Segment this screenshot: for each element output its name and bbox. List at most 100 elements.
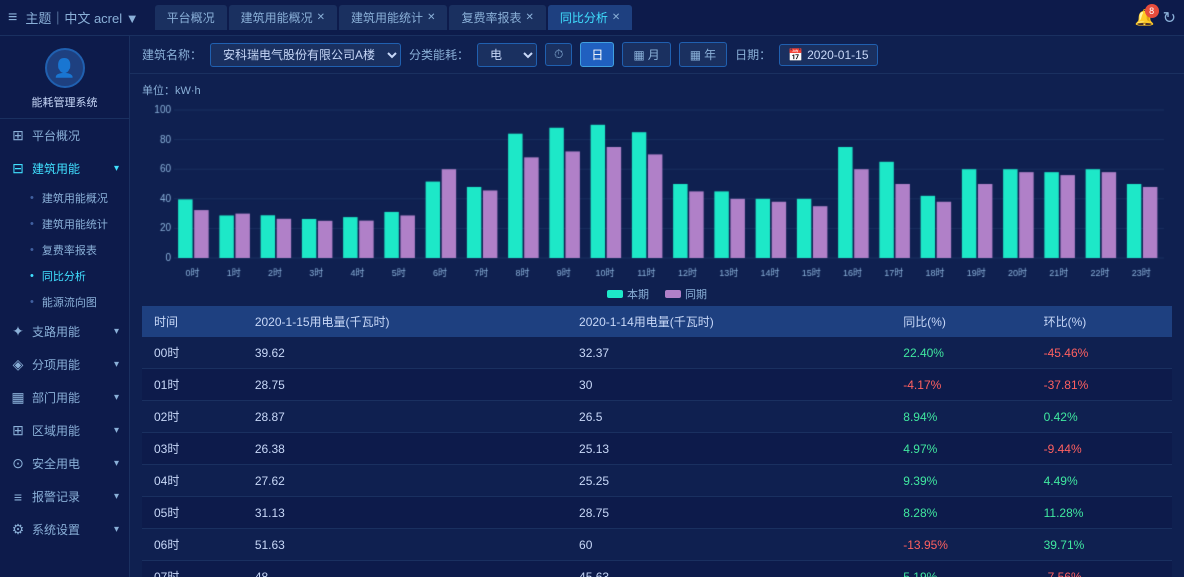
category-select[interactable]: 电 xyxy=(477,43,537,67)
table-row: 04时27.6225.259.39%4.49% xyxy=(142,465,1172,497)
table-cell: 39.62 xyxy=(243,337,567,369)
table-cell: -37.81% xyxy=(1032,369,1172,401)
filterbar: 建筑名称： 安科瑞电气股份有限公司A楼 分类能耗： 电 ⏱ 日 ▦月 ▦年 日期… xyxy=(130,36,1184,74)
sidebar-item-comparison[interactable]: 同比分析 xyxy=(20,263,129,289)
notification-icon[interactable]: 🔔 8 xyxy=(1135,8,1155,28)
sidebar-item-zone[interactable]: ⊞ 区域用能 ▾ xyxy=(0,414,129,447)
chart-area: 单位：kW·h 本期 同期 xyxy=(130,74,1184,306)
calendar-icon: 📅 xyxy=(788,48,803,62)
table-cell: 26.38 xyxy=(243,433,567,465)
close-icon[interactable]: ✕ xyxy=(317,12,325,23)
building-select[interactable]: 安科瑞电气股份有限公司A楼 xyxy=(210,43,401,67)
day-btn[interactable]: 日 xyxy=(580,42,614,67)
table-row: 01时28.7530-4.17%-37.81% xyxy=(142,369,1172,401)
date-picker[interactable]: 📅 2020-01-15 xyxy=(779,44,877,66)
table-cell: 04时 xyxy=(142,465,243,497)
sidebar-item-platform[interactable]: ⊞ 平台概况 xyxy=(0,119,129,152)
chart-container xyxy=(142,102,1172,282)
clock-btn[interactable]: ⏱ xyxy=(545,43,572,66)
menu-icon[interactable]: ≡ xyxy=(8,9,17,27)
table-cell: 4.97% xyxy=(891,433,1031,465)
table-cell: -9.44% xyxy=(1032,433,1172,465)
chevron-down-icon: ▾ xyxy=(114,392,119,403)
sidebar-item-alarm[interactable]: ≡ 报警记录 ▾ xyxy=(0,480,129,513)
chevron-down-icon: ▾ xyxy=(114,458,119,469)
legend-current-color xyxy=(607,290,623,298)
date-label: 日期： xyxy=(735,46,771,63)
table-cell: 25.13 xyxy=(567,433,891,465)
col-yoy: 同比(%) xyxy=(891,306,1031,337)
tab-rate-report[interactable]: 复费率报表 ✕ xyxy=(449,5,545,30)
close-icon[interactable]: ✕ xyxy=(612,12,620,23)
table-cell: 9.39% xyxy=(891,465,1031,497)
table-cell: 25.25 xyxy=(567,465,891,497)
building-label: 建筑名称： xyxy=(142,46,202,63)
sidebar-sub-building: 建筑用能概况 建筑用能统计 复费率报表 同比分析 能源流向图 xyxy=(0,185,129,315)
sidebar-item-energy-flow[interactable]: 能源流向图 xyxy=(20,289,129,315)
data-table: 时间 2020-1-15用电量(千瓦时) 2020-1-14用电量(千瓦时) 同… xyxy=(142,306,1172,577)
tab-building-overview[interactable]: 建筑用能概况 ✕ xyxy=(229,5,337,30)
table-cell: 32.37 xyxy=(567,337,891,369)
col-current-kwh: 2020-1-15用电量(千瓦时) xyxy=(243,306,567,337)
table-row: 07时4845.635.19%-7.56% xyxy=(142,561,1172,577)
table-cell: 02时 xyxy=(142,401,243,433)
chevron-down-icon: ▾ xyxy=(114,359,119,370)
sidebar-item-building-stats[interactable]: 建筑用能统计 xyxy=(20,211,129,237)
tab-building-stats[interactable]: 建筑用能统计 ✕ xyxy=(339,5,447,30)
table-cell: -7.56% xyxy=(1032,561,1172,577)
year-grid-icon: ▦ xyxy=(690,48,701,62)
sidebar-item-dept[interactable]: ▦ 部门用能 ▾ xyxy=(0,381,129,414)
sidebar-item-building-overview[interactable]: 建筑用能概况 xyxy=(20,185,129,211)
bar-chart xyxy=(142,102,1172,282)
safety-icon: ⊙ xyxy=(10,455,26,472)
chevron-down-icon: ▾ xyxy=(114,163,119,174)
table-cell: 8.28% xyxy=(891,497,1031,529)
table-cell: 01时 xyxy=(142,369,243,401)
sidebar-item-subitem[interactable]: ◈ 分项用能 ▾ xyxy=(0,348,129,381)
col-previous-kwh: 2020-1-14用电量(千瓦时) xyxy=(567,306,891,337)
month-grid-icon: ▦ xyxy=(633,48,644,62)
sidebar-item-safety[interactable]: ⊙ 安全用电 ▾ xyxy=(0,447,129,480)
tab-comparison[interactable]: 同比分析 ✕ xyxy=(548,5,632,30)
chart-legend: 本期 同期 xyxy=(142,286,1172,302)
table-cell: 11.28% xyxy=(1032,497,1172,529)
topbar: ≡ 主题｜中文 acrel ▼ 平台概况 建筑用能概况 ✕ 建筑用能统计 ✕ 复… xyxy=(0,0,1184,36)
date-value: 2020-01-15 xyxy=(807,48,868,62)
table-cell: 31.13 xyxy=(243,497,567,529)
col-mom: 环比(%) xyxy=(1032,306,1172,337)
table-cell: 30 xyxy=(567,369,891,401)
chart-unit: 单位：kW·h xyxy=(142,82,1172,98)
sidebar: 👤 能耗管理系统 ⊞ 平台概况 ⊟ 建筑用能 ▾ 建筑用能概况 建筑用能统计 xyxy=(0,36,130,577)
table-cell: 26.5 xyxy=(567,401,891,433)
table-cell: 39.71% xyxy=(1032,529,1172,561)
table-cell: 28.75 xyxy=(567,497,891,529)
close-icon[interactable]: ✕ xyxy=(427,12,435,23)
legend-previous: 同期 xyxy=(665,286,707,302)
sidebar-item-building[interactable]: ⊟ 建筑用能 ▾ xyxy=(0,152,129,185)
avatar: 👤 xyxy=(45,48,85,88)
table-row: 02时28.8726.58.94%0.42% xyxy=(142,401,1172,433)
subitem-icon: ◈ xyxy=(10,356,26,373)
sidebar-item-branch[interactable]: ✦ 支路用能 ▾ xyxy=(0,315,129,348)
sidebar-profile: 👤 能耗管理系统 xyxy=(0,36,129,119)
table-cell: -13.95% xyxy=(891,529,1031,561)
legend-current-label: 本期 xyxy=(627,286,649,302)
brand-label: 主题｜中文 acrel ▼ xyxy=(25,8,138,27)
chevron-down-icon: ▾ xyxy=(114,425,119,436)
legend-previous-label: 同期 xyxy=(685,286,707,302)
month-btn[interactable]: ▦月 xyxy=(622,42,670,67)
close-icon[interactable]: ✕ xyxy=(525,12,533,23)
category-label: 分类能耗： xyxy=(409,46,469,63)
table-body: 00时39.6232.3722.40%-45.46%01时28.7530-4.1… xyxy=(142,337,1172,577)
chevron-down-icon: ▾ xyxy=(114,524,119,535)
table-row: 05时31.1328.758.28%11.28% xyxy=(142,497,1172,529)
tab-platform[interactable]: 平台概况 xyxy=(155,5,227,30)
sidebar-item-settings[interactable]: ⚙ 系统设置 ▾ xyxy=(0,513,129,546)
sidebar-item-rate-report[interactable]: 复费率报表 xyxy=(20,237,129,263)
table-cell: 60 xyxy=(567,529,891,561)
col-time: 时间 xyxy=(142,306,243,337)
refresh-icon[interactable]: ↻ xyxy=(1163,8,1176,28)
zone-icon: ⊞ xyxy=(10,422,26,439)
year-btn[interactable]: ▦年 xyxy=(679,42,727,67)
table-header-row: 时间 2020-1-15用电量(千瓦时) 2020-1-14用电量(千瓦时) 同… xyxy=(142,306,1172,337)
